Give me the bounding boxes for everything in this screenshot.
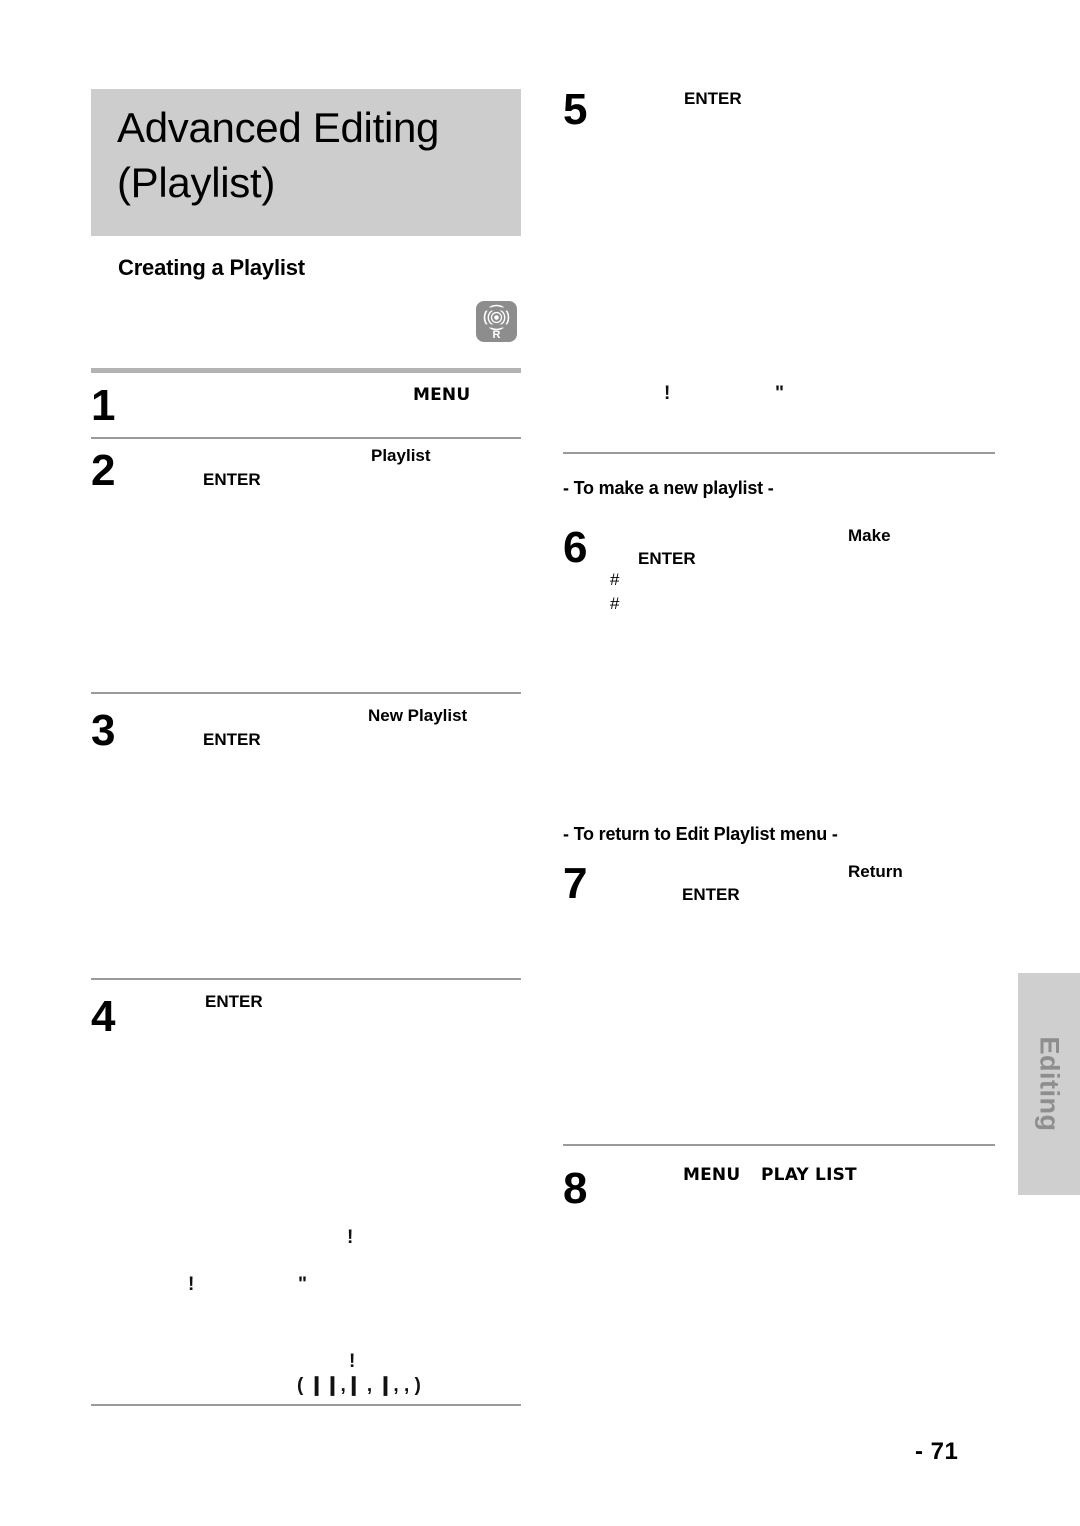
side-tab-editing: Editing (1018, 973, 1080, 1195)
side-tab-label: Editing (1034, 1036, 1065, 1132)
step-5-keyword-enter: ENTER (684, 89, 742, 108)
rule-divider (91, 368, 521, 373)
page-number: - 71 (915, 1438, 959, 1465)
step-2-keyword-enter: ENTER (203, 470, 261, 489)
step-number-4: 4 (91, 992, 116, 1041)
step-6-keyword-enter: ENTER (638, 549, 696, 568)
note-fragment: ! (349, 1351, 356, 1372)
step-number-3: 3 (91, 706, 116, 755)
media-type-label: R (492, 329, 501, 341)
media-type-badge: R (476, 301, 517, 342)
step-number-1: 1 (91, 381, 116, 430)
bullet-marker: # (610, 570, 620, 589)
step-number-7: 7 (563, 859, 588, 908)
bullet-marker: # (610, 594, 620, 613)
rule-divider (563, 452, 995, 454)
manual-page: Editing Advanced Editing (Playlist) Crea… (0, 0, 1080, 1526)
subheading-return-to-edit-playlist: - To return to Edit Playlist menu - (563, 824, 838, 844)
rule-divider (91, 437, 521, 439)
rule-divider (91, 692, 521, 694)
step-3-keyword-new-playlist: New Playlist (368, 706, 468, 725)
section-heading: Creating a Playlist (118, 255, 305, 280)
step-number-8: 8 (563, 1164, 588, 1213)
step-2-keyword-playlist: Playlist (371, 446, 431, 465)
note-fragment: ! (188, 1274, 195, 1295)
note-fragment: ! (664, 383, 671, 404)
step-7-keyword-enter: ENTER (682, 885, 740, 904)
note-fragment: " (775, 383, 785, 404)
step-number-2: 2 (91, 446, 116, 495)
rule-divider (91, 978, 521, 980)
page-title-line-2: (Playlist) (117, 158, 276, 206)
page-title-line-1: Advanced Editing (117, 104, 440, 151)
step-6-keyword-make: Make (848, 526, 891, 545)
step-7-keyword-return: Return (848, 862, 903, 881)
subheading-make-new-playlist: - To make a new playlist - (563, 478, 774, 498)
page-title: Advanced Editing (Playlist) (117, 101, 517, 210)
step-8-keyword-menu: MENU (683, 1165, 741, 1185)
step-3-keyword-enter: ENTER (203, 730, 261, 749)
step-4-keyword-enter: ENTER (205, 992, 263, 1011)
rule-divider (563, 1144, 995, 1146)
chapter-header-block: Advanced Editing (Playlist) (91, 89, 521, 236)
note-fragment: " (298, 1274, 308, 1295)
step-number-6: 6 (563, 523, 588, 572)
step-1-keyword-menu: MENU (413, 385, 471, 405)
rule-divider (91, 1404, 521, 1406)
step-8-keyword-play-list: PLAY LIST (761, 1165, 857, 1185)
playback-control-fragment: ( ❙❙,❙ , ❙, , ) (297, 1375, 421, 1396)
note-fragment: ! (347, 1227, 354, 1248)
step-number-5: 5 (563, 85, 588, 134)
